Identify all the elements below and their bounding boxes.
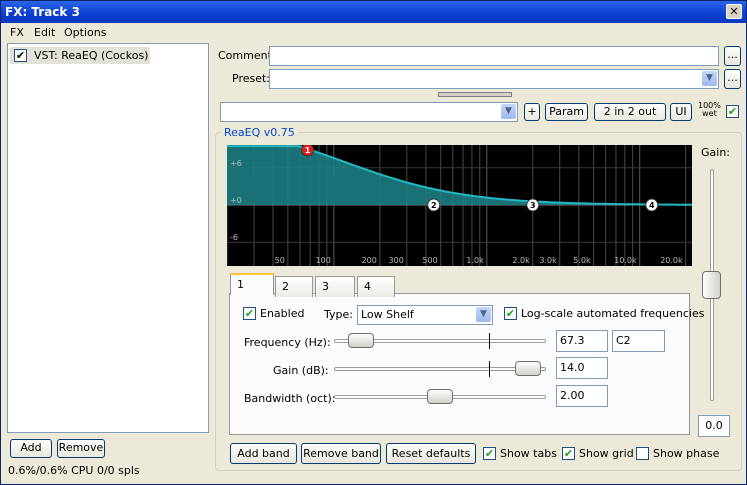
param-select[interactable]: ▼ <box>220 102 518 122</box>
type-label: Type: <box>324 308 353 321</box>
frequency-value-field[interactable]: 67.3 <box>556 330 608 352</box>
band-gain-label: Gain (dB): <box>273 364 329 377</box>
wet-label: 100% wet <box>698 102 721 118</box>
freq-label: 300 <box>389 256 404 265</box>
band-marker-label: 3 <box>530 201 536 210</box>
remove-fx-button[interactable]: Remove <box>57 439 105 458</box>
show-grid-checkbox[interactable]: ✔ <box>562 447 575 460</box>
frequency-label: Frequency (Hz): <box>244 336 331 349</box>
tab-band-2[interactable]: 2 <box>275 276 313 297</box>
bandwidth-slider-thumb[interactable] <box>427 389 453 404</box>
freq-label: 200 <box>362 256 377 265</box>
tab-band-4[interactable]: 4 <box>357 276 395 297</box>
gain-label: Gain: <box>701 146 730 159</box>
type-dropdown[interactable]: Low Shelf ▼ <box>357 305 493 325</box>
preset-more-button[interactable]: ... <box>724 69 741 89</box>
menu-options[interactable]: Options <box>64 26 106 39</box>
show-phase-label: Show phase <box>653 447 720 460</box>
remove-band-button[interactable]: Remove band <box>301 443 381 464</box>
freq-label: 10.0k <box>614 256 637 265</box>
add-band-button[interactable]: Add band <box>230 443 297 464</box>
comment-field[interactable] <box>269 46 719 66</box>
add-param-button[interactable]: + <box>524 103 540 121</box>
fx-list-item[interactable]: ✔ VST: ReaEQ (Cockos) <box>10 47 150 64</box>
reset-defaults-button[interactable]: Reset defaults <box>386 443 476 464</box>
freq-label: 2.0k <box>512 256 530 265</box>
title-bar[interactable]: FX: Track 3 ✕ <box>1 1 746 23</box>
freq-label: 50 <box>275 256 285 265</box>
splitter-handle[interactable] <box>438 92 512 97</box>
band-marker-label: 4 <box>649 201 655 210</box>
band-gain-value-field[interactable]: 14.0 <box>556 357 608 379</box>
enabled-checkbox[interactable]: ✔ <box>243 307 256 320</box>
logscale-label: Log-scale automated frequencies <box>521 307 705 320</box>
band-gain-slider-center-mark <box>489 361 490 377</box>
window-title: FX: Track 3 <box>5 5 80 19</box>
tab-band-3[interactable]: 3 <box>315 276 355 297</box>
band-gain-slider-thumb[interactable] <box>515 361 541 376</box>
db-label: +6 <box>230 159 242 168</box>
preset-label: Preset: <box>232 72 271 85</box>
gain-slider-thumb[interactable] <box>702 271 721 299</box>
band-marker-label: 2 <box>431 201 437 210</box>
show-phase-checkbox[interactable] <box>636 447 649 460</box>
cpu-status: 0.6%/0.6% CPU 0/0 spls <box>8 464 140 477</box>
tab-band-1[interactable]: 1 <box>230 273 274 295</box>
menu-fx[interactable]: FX <box>10 26 24 39</box>
wet-checkbox[interactable]: ✔ <box>726 105 739 118</box>
frequency-slider-center-mark <box>489 333 490 349</box>
wet-text: wet <box>702 109 717 118</box>
show-grid-label: Show grid <box>579 447 634 460</box>
fx-chain-list[interactable]: ✔ VST: ReaEQ (Cockos) <box>7 43 209 433</box>
type-value: Low Shelf <box>361 308 414 321</box>
param-button[interactable]: Param <box>545 103 588 121</box>
chevron-down-icon[interactable]: ▼ <box>501 104 516 119</box>
chevron-down-icon[interactable]: ▼ <box>702 71 717 86</box>
db-label: +0 <box>230 196 242 205</box>
freq-label: 100 <box>316 256 331 265</box>
bandwidth-label: Bandwidth (oct): <box>244 392 336 405</box>
comment-label: Comment: <box>218 49 276 62</box>
freq-label: 1.0k <box>466 256 484 265</box>
chevron-down-icon[interactable]: ▼ <box>476 307 491 322</box>
freq-label: 5.0k <box>573 256 591 265</box>
fx-window: FX: Track 3 ✕ FX Edit Options ✔ VST: Rea… <box>0 0 747 485</box>
menu-bar: FX Edit Options <box>1 23 746 42</box>
preset-dropdown[interactable]: ▼ <box>269 69 719 89</box>
band-marker-label: 1 <box>305 146 311 155</box>
comment-more-button[interactable]: ... <box>724 46 741 66</box>
show-tabs-checkbox[interactable]: ✔ <box>483 447 496 460</box>
freq-label: 20.0k <box>660 256 683 265</box>
enabled-label: Enabled <box>260 307 305 320</box>
menu-edit[interactable]: Edit <box>34 26 55 39</box>
gain-value-field[interactable]: 0.0 <box>698 415 730 437</box>
eq-graph[interactable]: +6 +0 -6 50 100 200 300 500 1.0k 2.0k 3.0k 5.0k 10.… <box>227 145 692 266</box>
fx-item-label: VST: ReaEQ (Cockos) <box>34 49 149 62</box>
frequency-slider-thumb[interactable] <box>348 333 374 348</box>
logscale-checkbox[interactable]: ✔ <box>504 307 517 320</box>
ui-toggle-button[interactable]: UI <box>670 103 692 121</box>
freq-label: 3.0k <box>539 256 557 265</box>
io-routing-button[interactable]: 2 in 2 out <box>594 103 666 121</box>
frequency-note-field[interactable]: C2 <box>612 330 665 352</box>
plugin-group-title: ReaEQ v0.75 <box>221 126 298 139</box>
freq-label: 500 <box>422 256 437 265</box>
add-fx-button[interactable]: Add <box>10 439 52 458</box>
fx-enabled-checkbox[interactable]: ✔ <box>14 49 27 62</box>
close-button[interactable]: ✕ <box>726 4 742 19</box>
bandwidth-value-field[interactable]: 2.00 <box>556 385 608 407</box>
db-label: -6 <box>230 233 238 242</box>
show-tabs-label: Show tabs <box>500 447 557 460</box>
